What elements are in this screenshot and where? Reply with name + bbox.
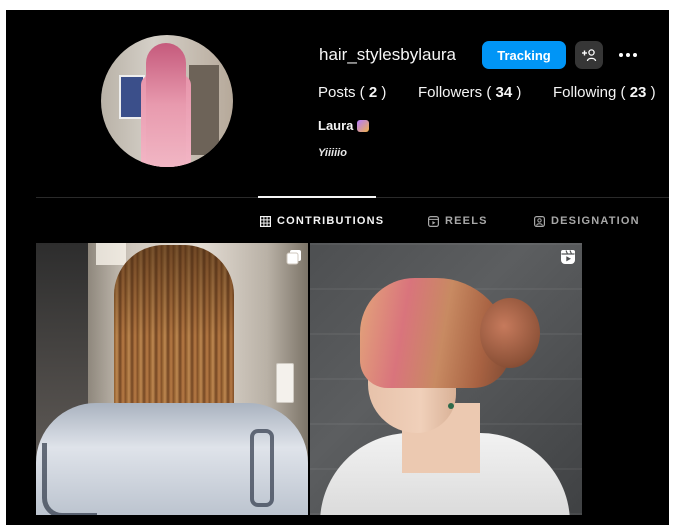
more-options-button[interactable]: [614, 41, 642, 69]
profile-bio: Yiiiiio: [318, 147, 347, 159]
active-tab-indicator: [258, 196, 376, 198]
stat-posts-label: Posts: [318, 84, 356, 101]
profile-page: hair_stylesbylaura Tracking Posts ( 2 ) …: [6, 10, 669, 525]
emoji-icon: [357, 119, 370, 132]
tab-designation[interactable]: DESIGNATION: [534, 215, 640, 227]
stat-followers-label: Followers: [418, 84, 483, 101]
post-2-hair-bun: [480, 298, 540, 368]
profile-username: hair_stylesbylaura: [319, 45, 457, 64]
post-2-earring: [448, 403, 454, 409]
post-1-light: [96, 243, 126, 265]
tab-contributions[interactable]: CONTRIBUTIONS: [260, 215, 384, 227]
profile-name: Laura: [318, 118, 354, 133]
stat-posts-count: 2: [368, 84, 378, 101]
stat-followers-count: 34: [495, 84, 513, 101]
post-1-cape-print: [42, 443, 97, 515]
stat-following-label: Following: [553, 84, 617, 101]
post-1-wall-socket: [276, 363, 294, 403]
reel-icon: [560, 249, 576, 265]
reels-icon: [428, 215, 439, 227]
add-user-icon: [582, 49, 597, 62]
carousel-icon: [286, 249, 302, 265]
stat-following[interactable]: Following ( 23 ): [553, 84, 656, 101]
tab-reels[interactable]: REELS: [428, 215, 488, 227]
post-thumbnail[interactable]: [310, 243, 582, 515]
tab-reels-label: REELS: [445, 215, 488, 227]
profile-avatar[interactable]: [101, 35, 233, 167]
post-1-cape-print-2: [250, 429, 274, 507]
suggest-user-button[interactable]: [575, 41, 603, 69]
tagged-icon: [534, 215, 545, 227]
profile-name-row: Laura: [318, 118, 370, 133]
stat-posts: Posts ( 2 ): [318, 84, 387, 101]
grid-icon: [260, 215, 271, 227]
post-thumbnail[interactable]: [36, 243, 308, 515]
avatar-background-shade: [189, 65, 219, 155]
tab-contributions-label: CONTRIBUTIONS: [277, 215, 385, 227]
more-icon: [619, 53, 637, 57]
stat-following-count: 23: [629, 84, 647, 101]
tab-designation-label: DESIGNATION: [551, 215, 640, 227]
stat-followers[interactable]: Followers ( 34 ): [418, 84, 521, 101]
avatar-hair: [146, 43, 186, 167]
tracking-button[interactable]: Tracking: [482, 41, 566, 69]
